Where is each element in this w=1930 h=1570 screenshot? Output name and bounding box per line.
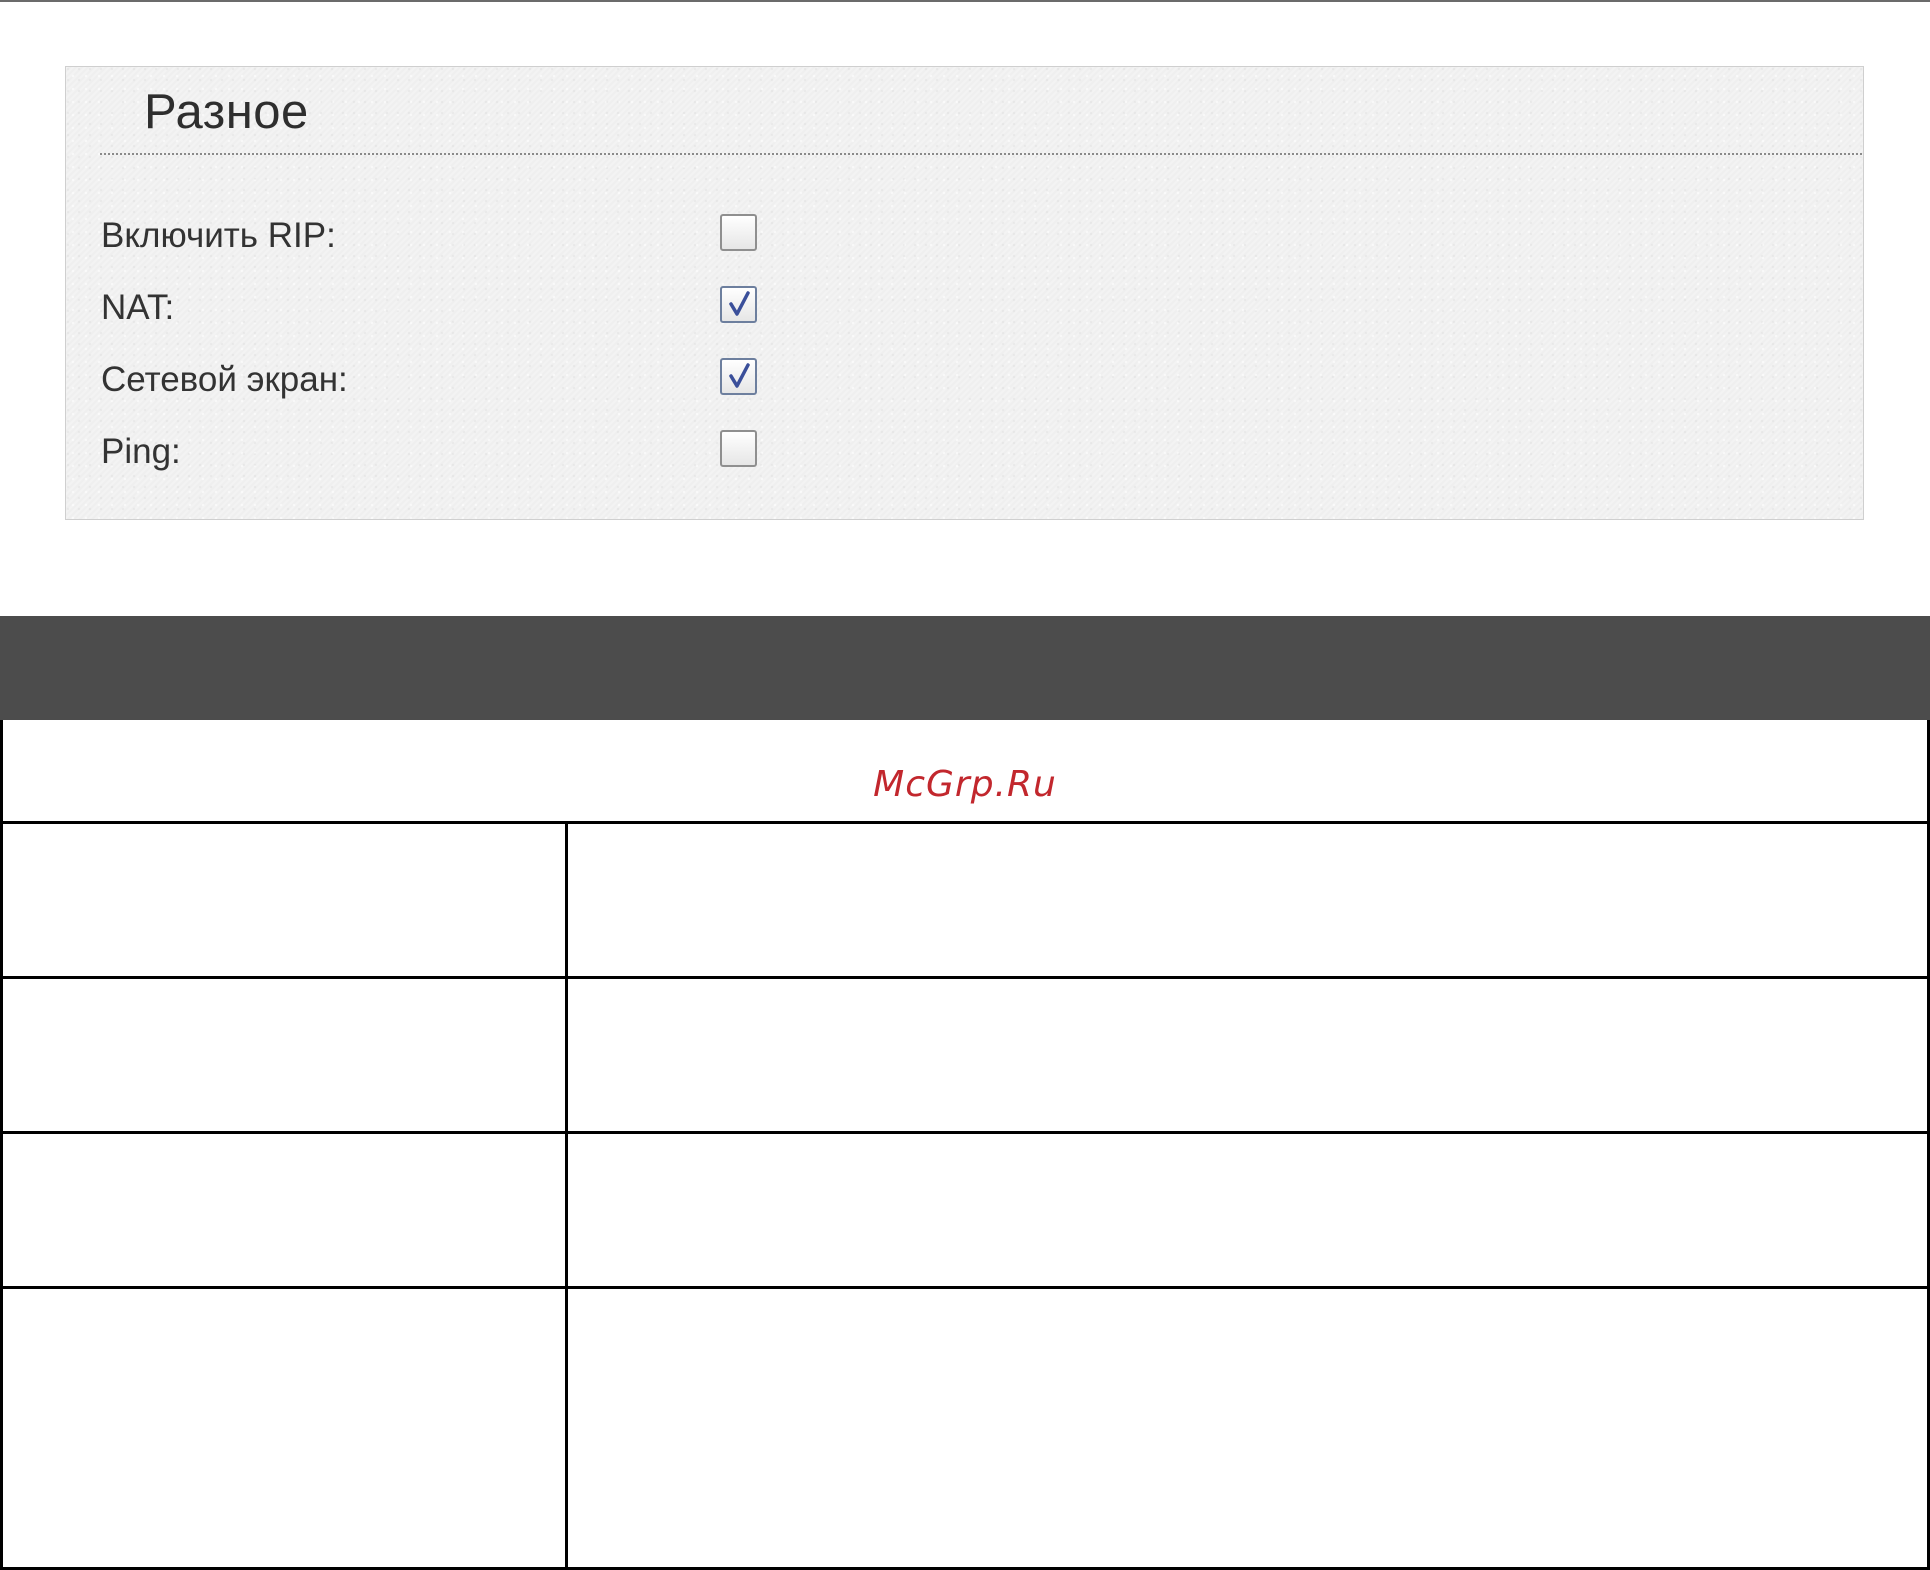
checkmark-icon <box>729 363 750 388</box>
watermark-row: McGrp.Ru <box>3 720 1927 824</box>
ping-checkbox[interactable] <box>720 430 757 467</box>
table-cell-parameter <box>3 979 568 1131</box>
nat-checkbox[interactable] <box>720 286 757 323</box>
table-cell-parameter <box>3 1289 568 1567</box>
misc-settings-panel <box>65 66 1864 520</box>
table-row <box>3 824 1927 979</box>
table-cell-parameter <box>3 824 568 976</box>
table-row <box>3 979 1927 1134</box>
firewall-checkbox[interactable] <box>720 358 757 395</box>
table-row <box>3 1134 1927 1289</box>
rip-checkbox[interactable] <box>720 214 757 251</box>
top-rule <box>0 0 1930 2</box>
ping-label: Ping: <box>101 432 181 471</box>
watermark-text: McGrp.Ru <box>873 764 1057 805</box>
panel-title: Разное <box>144 85 309 139</box>
firewall-label: Сетевой экран: <box>101 360 348 399</box>
rip-label: Включить RIP: <box>101 216 336 255</box>
description-table: McGrp.Ru <box>0 720 1930 1570</box>
table-header-bar <box>0 616 1930 720</box>
panel-divider <box>100 153 1862 155</box>
checkmark-icon <box>729 291 750 316</box>
nat-label: NAT: <box>101 288 175 327</box>
table-row <box>3 1289 1927 1567</box>
table-cell-parameter <box>3 1134 568 1286</box>
